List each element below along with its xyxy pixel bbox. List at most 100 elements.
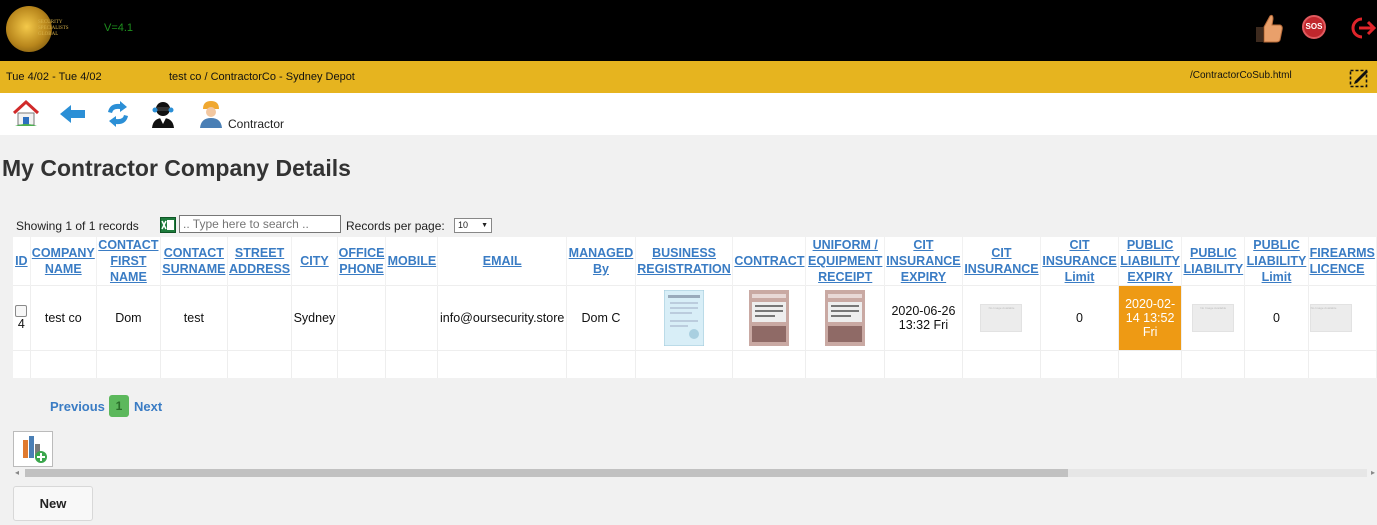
next-page-link[interactable]: Next [134, 399, 162, 414]
row-id: 4 [17, 317, 25, 331]
previous-page-link[interactable]: Previous [50, 399, 105, 414]
public-liability-no-image[interactable]: No Image Available [1192, 304, 1235, 332]
cell-uniform-receipt [805, 285, 885, 351]
cell-office-phone [337, 285, 387, 351]
col-header-cit-insurance-expiry[interactable]: CIT INSURANCE EXPIRY [884, 237, 963, 286]
logo-text: SECURITY SPECIALISTS GLOBAL [38, 20, 69, 37]
records-count: Showing 1 of 1 records [16, 219, 139, 233]
col-header-contact-first-name[interactable]: CONTACT FIRST NAME [96, 237, 161, 286]
table-header-row: ID COMPANY NAME CONTACT FIRST NAME CONTA… [13, 237, 1377, 286]
new-button[interactable]: New [13, 486, 93, 521]
empty-cell [1181, 350, 1246, 378]
col-header-contract[interactable]: CONTRACT [732, 237, 807, 286]
empty-cell [437, 350, 568, 378]
col-header-email[interactable]: EMAIL [437, 237, 568, 286]
version-label: V=4.1 [104, 22, 134, 34]
records-per-page-value: 10 [458, 220, 469, 230]
empty-cell [635, 350, 734, 378]
date-range: Tue 4/02 - Tue 4/02 [6, 71, 102, 83]
contract-thumbnail[interactable] [749, 290, 790, 346]
col-header-public-liability-expiry[interactable]: PUBLIC LIABILITY EXPIRY [1118, 237, 1183, 286]
top-header-bar: SECURITY SPECIALISTS GLOBAL V=4.1 SOS [0, 0, 1377, 61]
support-agent-icon[interactable] [148, 99, 178, 129]
cell-contact-surname: test [160, 285, 228, 351]
scroll-left-icon[interactable]: ◂ [15, 467, 19, 479]
empty-cell [732, 350, 807, 378]
search-input[interactable] [179, 215, 341, 233]
empty-cell [962, 350, 1042, 378]
empty-cell [30, 350, 97, 378]
empty-cell [291, 350, 338, 378]
col-header-uniform-receipt[interactable]: UNIFORM / EQUIPMENT RECEIPT [805, 237, 885, 286]
cell-managed-by: Dom C [566, 285, 636, 351]
cell-contact-first-name: Dom [96, 285, 161, 351]
empty-cell [1308, 350, 1377, 378]
col-header-business-registration[interactable]: BUSINESS REGISTRATION [635, 237, 734, 286]
page-title: My Contractor Company Details [2, 155, 351, 181]
refresh-icon[interactable] [103, 99, 133, 129]
toolbar: Contractor [0, 93, 1377, 135]
firearms-licence-no-image[interactable]: No Image Available [1309, 304, 1352, 332]
empty-cell [96, 350, 161, 378]
cell-business-registration [635, 285, 734, 351]
col-header-office-phone[interactable]: OFFICE PHONE [337, 237, 387, 286]
table-row-empty [13, 350, 1377, 378]
records-per-page-label: Records per page: [346, 219, 445, 233]
col-header-city[interactable]: CITY [291, 237, 338, 286]
cell-public-liability-limit: 0 [1244, 285, 1309, 351]
add-report-icon [23, 436, 47, 463]
empty-cell [337, 350, 387, 378]
col-header-public-liability[interactable]: PUBLIC LIABILITY [1181, 237, 1246, 286]
cell-contract [732, 285, 807, 351]
col-header-cit-insurance-limit[interactable]: CIT INSURANCE Limit [1040, 237, 1120, 286]
col-header-firearms-licence[interactable]: FIREARMS LICENCE [1308, 237, 1377, 286]
add-report-button[interactable] [13, 431, 53, 467]
toolbar-contractor-label: Contractor [228, 117, 285, 131]
table-row[interactable]: 4 test co Dom test Sydney info@oursecuri… [13, 285, 1377, 351]
cell-mobile [385, 285, 439, 351]
horizontal-scrollbar[interactable]: ◂ ▸ [13, 467, 1377, 479]
col-header-company-name[interactable]: COMPANY NAME [30, 237, 97, 286]
contractor-icon[interactable] [196, 99, 226, 129]
cell-company-name: test co [30, 285, 97, 351]
excel-export-icon[interactable] [160, 217, 176, 233]
company-path: test co / ContractorCo - Sydney Depot [169, 71, 355, 83]
back-arrow-icon[interactable] [58, 99, 88, 129]
home-icon[interactable] [11, 99, 41, 129]
cell-public-liability-expiry: 2020-02-14 13:52 Fri [1118, 285, 1183, 351]
cell-public-liability: No Image Available [1181, 285, 1246, 351]
records-per-page-select[interactable]: 10 ▼ [454, 218, 492, 233]
empty-cell [13, 350, 31, 378]
info-bar: Tue 4/02 - Tue 4/02 test co / Contractor… [0, 61, 1377, 93]
row-select-checkbox[interactable] [15, 305, 28, 317]
empty-cell [884, 350, 963, 378]
cell-street-address [227, 285, 293, 351]
contractor-table: ID COMPANY NAME CONTACT FIRST NAME CONTA… [13, 237, 1377, 378]
page-path: /ContractorCoSub.html [1190, 70, 1292, 81]
col-header-managed-by[interactable]: MANAGED By [566, 237, 636, 286]
sos-icon[interactable]: SOS [1302, 15, 1326, 39]
current-page-button[interactable]: 1 [109, 395, 129, 417]
cell-cit-insurance-limit: 0 [1040, 285, 1120, 351]
edit-page-icon[interactable] [1349, 66, 1371, 88]
business-registration-thumbnail[interactable] [664, 290, 705, 346]
logout-icon[interactable] [1348, 16, 1376, 40]
cell-cit-insurance: No Image Available [962, 285, 1042, 351]
scroll-right-icon[interactable]: ▸ [1371, 467, 1375, 479]
empty-cell [227, 350, 293, 378]
col-header-mobile[interactable]: MOBILE [385, 237, 439, 286]
empty-cell [1118, 350, 1183, 378]
scrollbar-thumb[interactable] [25, 469, 1068, 477]
uniform-receipt-thumbnail[interactable] [825, 290, 866, 346]
col-header-id[interactable]: ID [13, 237, 31, 286]
col-header-contact-surname[interactable]: CONTACT SURNAME [160, 237, 228, 286]
col-header-street-address[interactable]: STREET ADDRESS [227, 237, 293, 286]
cell-id: 4 [13, 285, 31, 351]
col-header-cit-insurance[interactable]: CIT INSURANCE [962, 237, 1042, 286]
col-header-public-liability-limit[interactable]: PUBLIC LIABILITY Limit [1244, 237, 1309, 286]
cell-firearms-licence: No Image Available [1308, 285, 1377, 351]
thumbs-up-icon[interactable] [1254, 12, 1284, 44]
empty-cell [1244, 350, 1309, 378]
cit-insurance-no-image[interactable]: No Image Available [980, 304, 1023, 332]
empty-cell [805, 350, 885, 378]
